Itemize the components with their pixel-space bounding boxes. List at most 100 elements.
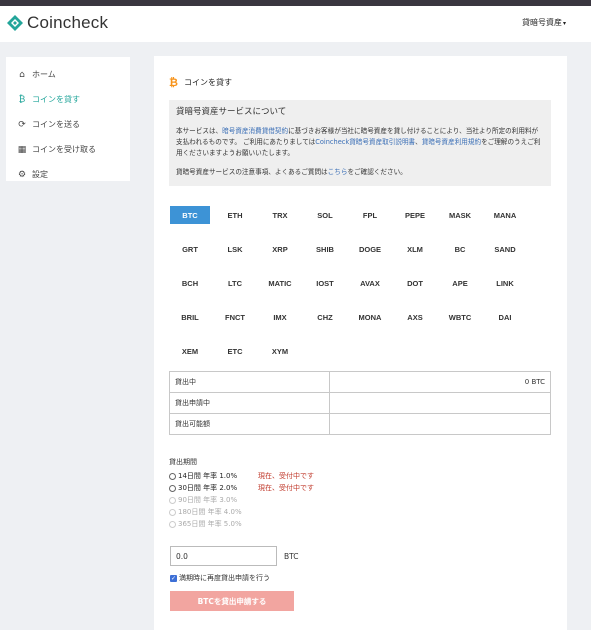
- coin-button-xem[interactable]: XEM: [170, 342, 210, 360]
- page-title: ₿ コインを貸す: [168, 76, 232, 89]
- home-icon: ⌂: [19, 69, 25, 80]
- coin-button-dai[interactable]: DAI: [485, 308, 525, 326]
- period-status: 現在、受付中です: [258, 484, 314, 492]
- period-text: 180日間 年率 4.0%: [178, 508, 242, 516]
- coin-button-pepe[interactable]: PEPE: [395, 206, 435, 224]
- coin-button-shib[interactable]: SHIB: [305, 240, 345, 258]
- brand-name: Coincheck: [27, 13, 109, 32]
- notice-contact: 貸暗号資産サービスの注意事項、よくあるご質問はこちらをご確認ください。: [176, 166, 544, 176]
- radio-button: [169, 520, 176, 528]
- coin-button-ape[interactable]: APE: [440, 274, 480, 292]
- sidebar-item-receive[interactable]: ▦ コインを受け取る: [6, 137, 130, 162]
- period-option-90: 90日間 年率 3.0%: [169, 494, 314, 506]
- stat-label: 貸出可能額: [169, 413, 330, 435]
- coin-button-link[interactable]: LINK: [485, 274, 525, 292]
- sidebar-item-label: コインを送る: [32, 120, 80, 129]
- main-panel: ₿ コインを貸す 貸暗号資産サービスについて 本サービスは、暗号資産消費貸借契約…: [154, 56, 567, 630]
- terms-link[interactable]: 貸暗号資産利用規約: [422, 138, 481, 146]
- coin-button-avax[interactable]: AVAX: [350, 274, 390, 292]
- coin-button-eth[interactable]: ETH: [215, 206, 255, 224]
- stat-label: 貸出申請中: [169, 392, 330, 414]
- logo[interactable]: Coincheck: [7, 13, 108, 33]
- sidebar-item-label: 設定: [32, 170, 48, 179]
- stat-value: [329, 392, 551, 414]
- coin-button-imx[interactable]: IMX: [260, 308, 300, 326]
- period-options: 14日間 年率 1.0% 現在、受付中です 30日間 年率 2.0% 現在、受付…: [169, 470, 314, 530]
- radio-button: [169, 496, 176, 504]
- sidebar-item-home[interactable]: ⌂ ホーム: [6, 62, 130, 87]
- coin-button-bch[interactable]: BCH: [170, 274, 210, 292]
- coin-button-wbtc[interactable]: WBTC: [440, 308, 480, 326]
- gear-icon: ⚙: [17, 169, 27, 180]
- sidebar-item-settings[interactable]: ⚙ 設定: [6, 162, 130, 187]
- notice-text: 貸暗号資産サービスの注意事項、よくあるご質問は: [176, 168, 328, 176]
- table-row: 貸出申請中: [169, 392, 551, 414]
- period-label: 貸出期間: [169, 458, 197, 466]
- amount-input[interactable]: [170, 546, 277, 566]
- page-title-text: コインを貸す: [184, 78, 232, 87]
- notice-title: 貸暗号資産サービスについて: [176, 107, 287, 117]
- coin-button-fnct[interactable]: FNCT: [215, 308, 255, 326]
- sidebar-item-label: コインを貸す: [32, 95, 80, 104]
- sidebar-item-send[interactable]: ⟳ コインを送る: [6, 112, 130, 137]
- stat-value: 0 BTC: [329, 371, 551, 393]
- notice-text: をご確認ください。: [347, 168, 407, 176]
- checkbox[interactable]: ✓: [170, 574, 177, 582]
- coin-button-mona[interactable]: MONA: [350, 308, 390, 326]
- notice-text: 、: [415, 138, 422, 146]
- period-text: 30日間 年率 2.0%: [178, 484, 238, 492]
- coin-button-mask[interactable]: MASK: [440, 206, 480, 224]
- coin-button-btc[interactable]: BTC: [170, 206, 210, 224]
- contract-link[interactable]: 暗号資産消費貸借契約: [222, 127, 288, 135]
- coin-row: BRIL FNCT IMX CHZ MONA AXS WBTC DAI: [170, 308, 550, 342]
- coin-button-bril[interactable]: BRIL: [170, 308, 210, 326]
- notice-body: 本サービスは、暗号資産消費貸借契約に基づきお客様が当社に暗号資産を貸し付けること…: [176, 126, 544, 159]
- auto-renew-option[interactable]: ✓ 満期時に再度貸出申請を行う: [170, 573, 270, 583]
- radio-button[interactable]: [169, 472, 176, 480]
- coin-row: BTC ETH TRX SOL FPL PEPE MASK MANA: [170, 206, 550, 240]
- stat-label: 貸出中: [169, 371, 330, 393]
- sidebar-item-label: ホーム: [32, 70, 56, 79]
- period-option-180: 180日間 年率 4.0%: [169, 506, 314, 518]
- faq-link[interactable]: こちら: [328, 168, 348, 176]
- coin-button-bc[interactable]: BC: [440, 240, 480, 258]
- coin-button-lsk[interactable]: LSK: [215, 240, 255, 258]
- coin-button-sand[interactable]: SAND: [485, 240, 525, 258]
- coin-button-xym[interactable]: XYM: [260, 342, 300, 360]
- stat-value: [329, 413, 551, 435]
- coin-button-grt[interactable]: GRT: [170, 240, 210, 258]
- coin-row: GRT LSK XRP SHIB DOGE XLM BC SAND: [170, 240, 550, 274]
- period-option-30[interactable]: 30日間 年率 2.0% 現在、受付中です: [169, 482, 314, 494]
- coin-button-matic[interactable]: MATIC: [260, 274, 300, 292]
- coin-button-sol[interactable]: SOL: [305, 206, 345, 224]
- auto-renew-label: 満期時に再度貸出申請を行う: [179, 574, 270, 582]
- coin-button-etc[interactable]: ETC: [215, 342, 255, 360]
- submit-lend-button[interactable]: BTCを貸出申請する: [170, 591, 294, 611]
- coin-button-trx[interactable]: TRX: [260, 206, 300, 224]
- period-status: 現在、受付中です: [258, 472, 314, 480]
- coin-button-mana[interactable]: MANA: [485, 206, 525, 224]
- explanation-link[interactable]: Coincheck貸暗号資産取引説明書: [315, 138, 415, 146]
- bitcoin-icon: ₿: [168, 76, 179, 89]
- period-option-14[interactable]: 14日間 年率 1.0% 現在、受付中です: [169, 470, 314, 482]
- account-menu[interactable]: 貸暗号資産▾: [522, 17, 566, 28]
- qr-icon: ▦: [17, 144, 27, 155]
- header: Coincheck 貸暗号資産▾: [0, 6, 591, 42]
- lending-stats-table: 貸出中 0 BTC 貸出申請中 貸出可能額: [169, 371, 551, 435]
- period-text: 90日間 年率 3.0%: [178, 496, 238, 504]
- coin-button-iost[interactable]: IOST: [305, 274, 345, 292]
- notice-box: 貸暗号資産サービスについて 本サービスは、暗号資産消費貸借契約に基づきお客様が当…: [169, 100, 551, 186]
- coin-button-doge[interactable]: DOGE: [350, 240, 390, 258]
- coin-button-chz[interactable]: CHZ: [305, 308, 345, 326]
- coin-button-ltc[interactable]: LTC: [215, 274, 255, 292]
- radio-button[interactable]: [169, 484, 176, 492]
- coin-button-dot[interactable]: DOT: [395, 274, 435, 292]
- table-row: 貸出可能額: [169, 413, 551, 435]
- coin-button-fpl[interactable]: FPL: [350, 206, 390, 224]
- sidebar-item-lend[interactable]: ₿ コインを貸す: [6, 87, 130, 112]
- notice-text: 本サービスは、: [176, 127, 223, 135]
- coin-button-xrp[interactable]: XRP: [260, 240, 300, 258]
- coin-button-axs[interactable]: AXS: [395, 308, 435, 326]
- chevron-down-icon: ▾: [562, 20, 566, 27]
- coin-button-xlm[interactable]: XLM: [395, 240, 435, 258]
